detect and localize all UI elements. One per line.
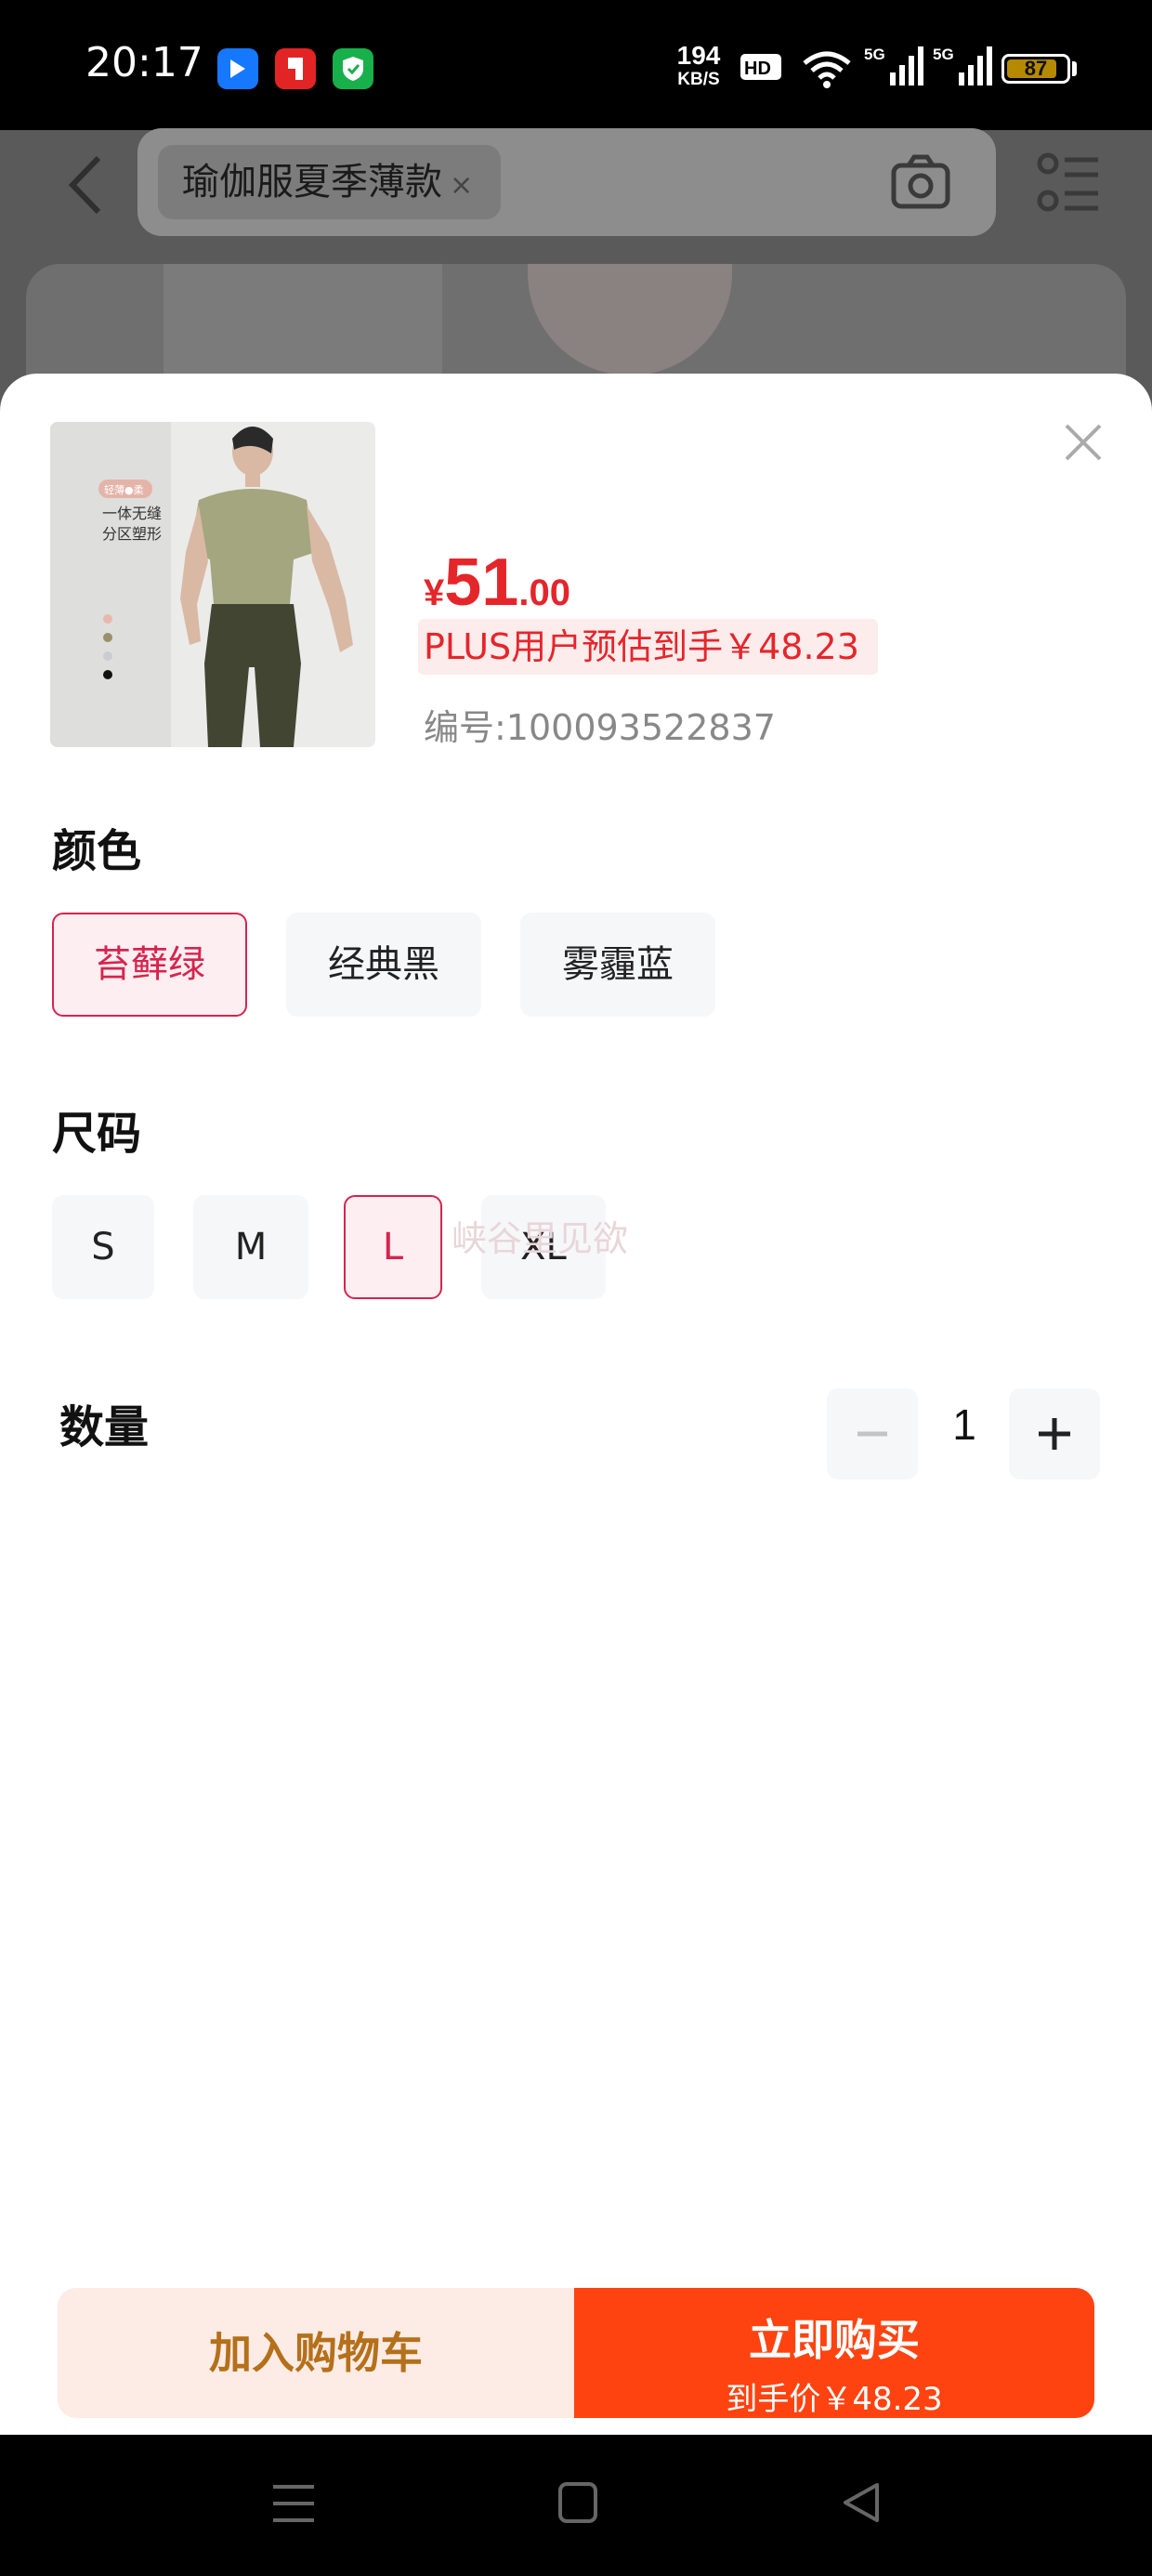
battery-tip [1072, 61, 1077, 76]
battery-icon: 87 [1001, 54, 1070, 84]
color-option-moss-green[interactable]: 苔藓绿 [52, 913, 247, 1017]
home-nav-icon[interactable] [557, 2481, 598, 2528]
signal-5g-icon-1: 5G [864, 45, 925, 91]
buy-now-price: 到手价￥48.23 [726, 2381, 943, 2418]
net-speed-value: 194 [676, 41, 721, 70]
search-chip[interactable]: 瑜伽服夏季薄款 × [158, 145, 502, 219]
price-currency: ¥ [424, 572, 445, 613]
size-option-l[interactable]: L [344, 1195, 442, 1299]
quantity-decrease-button[interactable] [827, 1388, 918, 1479]
document-app-icon [275, 48, 316, 89]
buy-now-label: 立即购买 [749, 2315, 920, 2365]
minus-icon [857, 1431, 887, 1437]
size-option-s[interactable]: S [52, 1195, 154, 1299]
product-thumbnail: 轻薄●柔 一体无缝 分区塑形 [50, 422, 375, 747]
feather-app-icon [217, 48, 258, 89]
background-model-photo [528, 264, 732, 375]
wifi-icon [801, 48, 853, 93]
camera-icon[interactable] [890, 152, 951, 214]
thumb-badge-text: 轻薄●柔 [104, 483, 144, 496]
thumb-swatch-grey [103, 651, 112, 661]
plus-icon [1039, 1418, 1070, 1450]
shield-app-icon [333, 48, 373, 89]
network-speed: 194 KB/S [671, 41, 727, 89]
size-option-m[interactable]: M [193, 1195, 308, 1299]
quantity-value[interactable]: 1 [936, 1400, 992, 1450]
add-to-cart-button[interactable]: 加入购物车 [58, 2288, 574, 2418]
system-navigation-bar [0, 2435, 1152, 2576]
thumb-swatch-pink [103, 614, 112, 624]
signal-2-label: 5G [933, 46, 954, 63]
battery-level-text: 87 [1024, 57, 1048, 80]
bottom-action-bar: 加入购物车 立即购买 到手价￥48.23 [58, 2288, 1094, 2418]
net-speed-unit: KB/S [677, 70, 720, 89]
thumb-caption-1: 一体无缝 [102, 505, 162, 522]
plus-price-estimate: PLUS用户预估到手￥48.23 [418, 619, 878, 675]
close-icon[interactable] [1059, 418, 1107, 467]
thumb-swatch-black [103, 670, 112, 679]
color-section-title: 颜色 [52, 825, 142, 877]
color-option-haze-blue[interactable]: 雾霾蓝 [520, 913, 715, 1017]
back-arrow-icon[interactable] [63, 152, 110, 221]
thumb-swatch-olive [103, 633, 112, 642]
size-section-title: 尺码 [52, 1108, 142, 1160]
size-option-xl[interactable]: XL [481, 1195, 606, 1299]
price-integer: 51 [444, 545, 519, 620]
chip-close-icon[interactable]: × [450, 169, 473, 202]
sku-number: 编号:100093522837 [424, 707, 776, 748]
status-bar: 20:17 194 KB/S HD 5G 5G 87 [0, 0, 1152, 130]
back-nav-icon[interactable] [840, 2481, 883, 2528]
signal-1-label: 5G [864, 46, 885, 63]
hd-badge-text: HD [744, 59, 771, 79]
sku-selection-sheet: 轻薄●柔 一体无缝 分区塑形 ¥51.00 PLUS用户预估到手￥48.23 编… [0, 374, 1152, 2435]
quantity-section-title: 数量 [59, 1401, 150, 1453]
search-chip-label: 瑜伽服夏季薄款 [182, 161, 442, 204]
price-decimal: .00 [518, 572, 570, 613]
buy-now-button[interactable]: 立即购买 到手价￥48.23 [574, 2288, 1094, 2418]
quantity-increase-button[interactable] [1009, 1388, 1100, 1479]
thumb-caption-2: 分区塑形 [102, 525, 162, 543]
hd-voice-icon: HD [740, 48, 786, 89]
menu-nav-icon[interactable] [271, 2483, 316, 2528]
product-price: ¥51.00 [424, 545, 570, 621]
status-time: 20:17 [85, 39, 203, 86]
color-option-classic-black[interactable]: 经典黑 [286, 913, 481, 1017]
signal-5g-icon-2: 5G [933, 45, 994, 91]
list-menu-icon[interactable] [1037, 152, 1102, 217]
